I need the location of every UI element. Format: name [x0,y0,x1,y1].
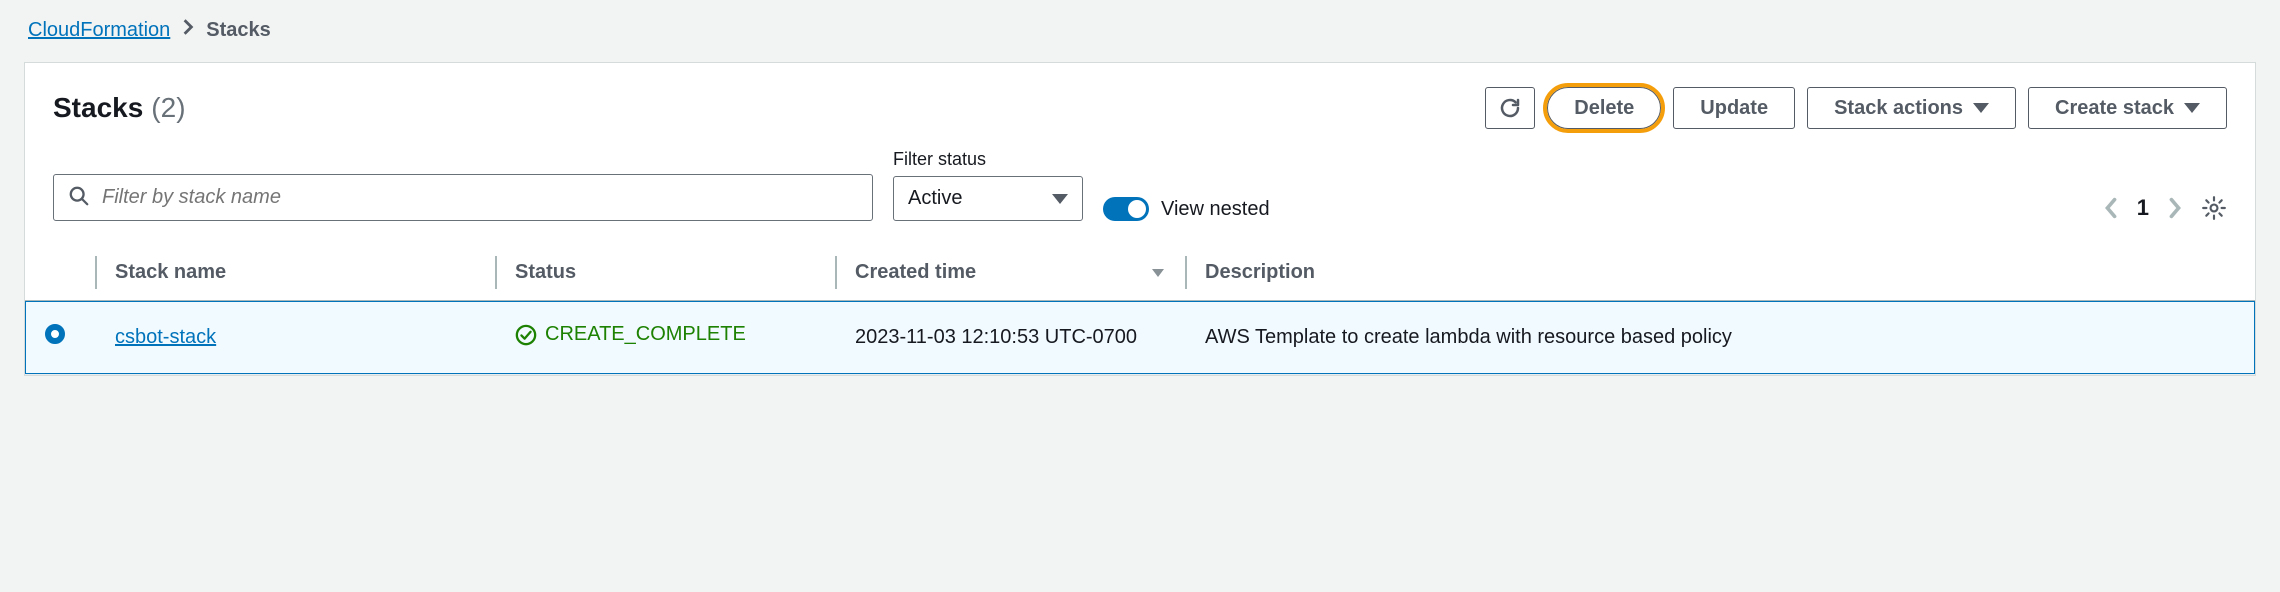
update-button-label: Update [1700,96,1768,120]
caret-down-icon [1052,194,1068,204]
refresh-button[interactable] [1485,87,1535,129]
sort-caret-icon [1151,261,1165,284]
col-header-status[interactable]: Status [495,245,835,301]
row-radio[interactable] [45,324,65,344]
pagination: 1 [2103,195,2227,221]
breadcrumb-current: Stacks [206,19,271,42]
col-header-created[interactable]: Created time [835,245,1185,301]
breadcrumb-root-link[interactable]: CloudFormation [28,19,170,42]
check-circle-icon [515,324,537,346]
stacks-table: Stack name Status Created time Descripti… [25,245,2255,375]
prev-page-button[interactable] [2103,196,2119,220]
caret-down-icon [1973,103,1989,113]
stack-name-link[interactable]: csbot-stack [115,326,216,348]
status-badge: CREATE_COMPLETE [515,323,746,346]
filter-status-select[interactable]: Active [893,176,1083,221]
refresh-icon [1498,96,1522,120]
delete-button-label: Delete [1574,96,1634,120]
update-button[interactable]: Update [1673,87,1795,129]
col-header-description[interactable]: Description [1185,245,2255,301]
breadcrumb: CloudFormation Stacks [24,18,2256,42]
stack-count: (2) [151,92,185,124]
search-input[interactable] [102,186,858,209]
view-nested-toggle[interactable] [1103,197,1149,221]
status-text: CREATE_COMPLETE [545,323,746,346]
stack-actions-label: Stack actions [1834,96,1963,120]
delete-button[interactable]: Delete [1547,87,1661,129]
stacks-panel: Stacks (2) Delete Update Stack actions [24,62,2256,376]
create-stack-button[interactable]: Create stack [2028,87,2227,129]
chevron-right-icon [182,18,194,42]
filter-status-label: Filter status [893,149,1083,170]
col-header-name[interactable]: Stack name [95,245,495,301]
next-page-button[interactable] [2167,196,2183,220]
filter-status-value: Active [908,187,962,210]
create-stack-label: Create stack [2055,96,2174,120]
created-time-cell: 2023-11-03 12:10:53 UTC-0700 [835,301,1185,375]
page-number: 1 [2137,195,2149,221]
caret-down-icon [2184,103,2200,113]
stack-actions-button[interactable]: Stack actions [1807,87,2016,129]
description-cell: AWS Template to create lambda with resou… [1185,301,2255,375]
settings-button[interactable] [2201,195,2227,221]
table-row[interactable]: csbot-stack CREATE_COMPLETE [25,301,2255,375]
page-title: Stacks [53,92,143,124]
toggle-knob [1128,200,1146,218]
view-nested-label: View nested [1161,198,1270,221]
search-icon [68,185,90,210]
search-container [53,174,873,221]
